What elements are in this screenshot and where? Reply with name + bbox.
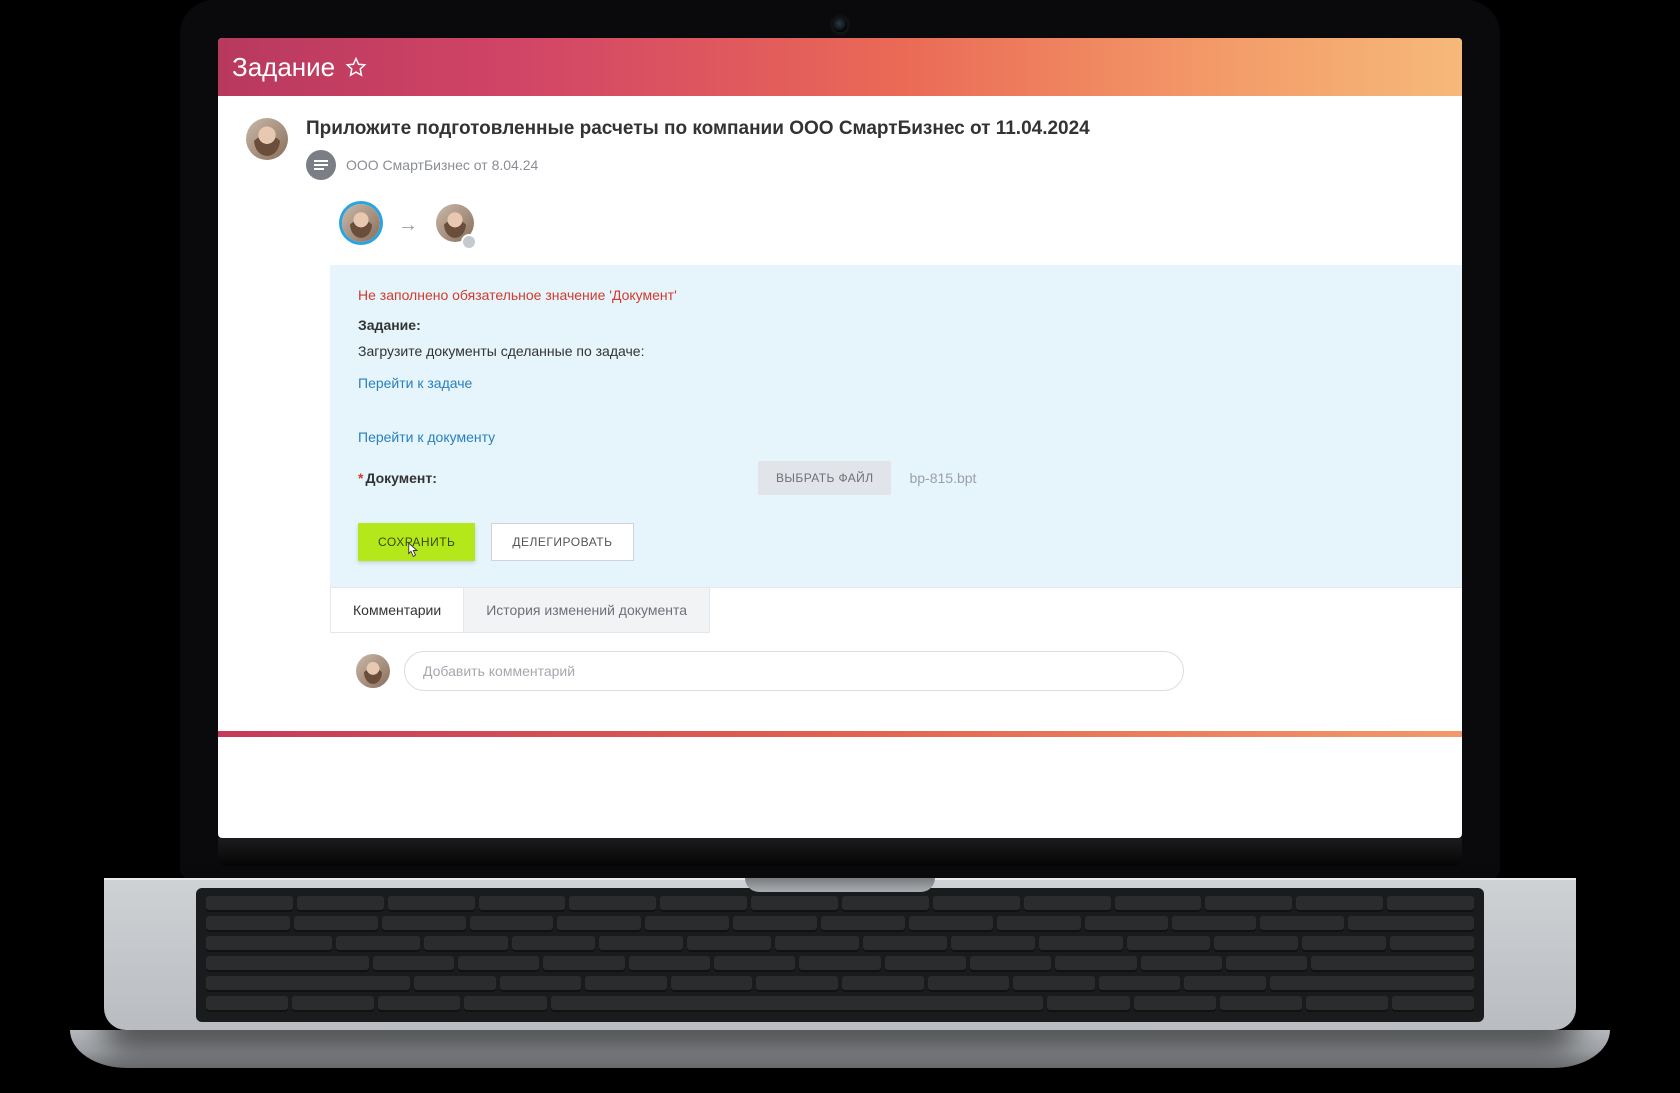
status-badge-icon [461, 234, 477, 250]
company-name: ООО СмартБизнес от 8.04.24 [346, 157, 538, 173]
assigner-avatar[interactable] [342, 204, 380, 242]
content-area: Приложите подготовленные расчеты по комп… [218, 96, 1462, 731]
tab-comments[interactable]: Комментарии [330, 588, 464, 633]
save-button[interactable]: СОХРАНИТЬ [358, 523, 475, 561]
page-title: Задание [232, 52, 335, 83]
company-row: ООО СмартБизнес от 8.04.24 [306, 150, 1090, 180]
action-buttons: СОХРАНИТЬ ДЕЛЕГИРОВАТЬ [358, 523, 1434, 561]
favorite-star-icon[interactable] [345, 56, 367, 78]
task-panel: Не заполнено обязательное значение 'Доку… [330, 265, 1462, 587]
author-avatar[interactable] [246, 118, 288, 160]
selected-file-name: bp-815.bpt [909, 470, 976, 486]
list-icon[interactable] [306, 150, 336, 180]
lower-section: Комментарии История изменений документа [330, 587, 1462, 731]
app-screen: Задание Приложите подготовленные расчеты… [218, 38, 1462, 838]
task-title-row: Приложите подготовленные расчеты по комп… [246, 118, 1462, 180]
document-row: *Документ: ВЫБРАТЬ ФАЙЛ bp-815.bpt [358, 461, 1434, 495]
laptop-base [70, 1030, 1610, 1068]
laptop-frame: Задание Приложите подготовленные расчеты… [180, 0, 1500, 1068]
section-label: Задание: [358, 317, 1434, 333]
app-header: Задание [218, 38, 1462, 96]
footer-accent [218, 731, 1462, 737]
tabs-bar: Комментарии История изменений документа [330, 588, 1462, 633]
screen-bezel: Задание Приложите подготовленные расчеты… [180, 0, 1500, 878]
camera-icon [833, 18, 847, 32]
arrow-right-icon: → [398, 214, 418, 237]
goto-task-link[interactable]: Перейти к задаче [358, 375, 1434, 391]
task-title: Приложите подготовленные расчеты по комп… [306, 118, 1090, 140]
comment-area [330, 633, 1462, 731]
laptop-deck [104, 878, 1576, 1030]
comment-input[interactable] [404, 651, 1184, 691]
validation-error: Не заполнено обязательное значение 'Доку… [358, 287, 1434, 303]
tab-history[interactable]: История изменений документа [464, 588, 710, 633]
laptop-hinge [218, 838, 1462, 866]
delegate-button[interactable]: ДЕЛЕГИРОВАТЬ [491, 523, 633, 561]
instruction-text: Загрузите документы сделанные по задаче: [358, 343, 1434, 359]
choose-file-button[interactable]: ВЫБРАТЬ ФАЙЛ [758, 461, 891, 495]
laptop-notch [745, 878, 935, 892]
participants-row: → [342, 204, 1462, 247]
commenter-avatar[interactable] [356, 654, 390, 688]
keyboard [196, 888, 1484, 1022]
goto-document-link[interactable]: Перейти к документу [358, 429, 1434, 445]
document-label: *Документ: [358, 470, 758, 486]
